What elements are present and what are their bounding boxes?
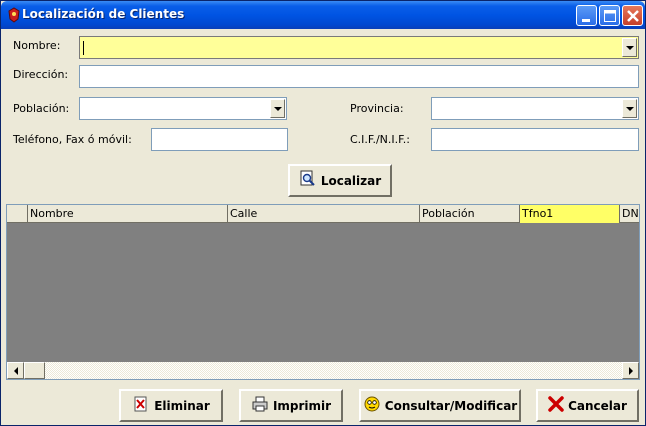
localizar-button[interactable]: Localizar <box>288 164 392 197</box>
column-header[interactable]: DNI <box>620 205 639 223</box>
scroll-right-icon[interactable] <box>622 362 639 379</box>
maximize-icon[interactable] <box>599 5 620 26</box>
cancelar-label: Cancelar <box>568 398 627 413</box>
poblacion-combo[interactable] <box>79 97 287 120</box>
localizar-label: Localizar <box>320 173 382 188</box>
title-bar[interactable]: Localización de Clientes <box>1 1 645 29</box>
cancel-x-icon <box>548 396 564 415</box>
eliminar-button[interactable]: Eliminar <box>119 389 223 422</box>
column-header[interactable]: Calle <box>228 205 420 223</box>
grid-header: Nombre Calle Población Tfno1 DNI <box>7 205 639 223</box>
close-icon[interactable] <box>622 5 643 26</box>
telefono-field[interactable] <box>151 128 288 151</box>
consultar-modificar-button[interactable]: Consultar/Modificar <box>359 389 521 422</box>
column-header[interactable]: Población <box>420 205 520 223</box>
scrollbar-thumb[interactable] <box>24 362 45 379</box>
chevron-down-icon[interactable] <box>622 99 637 118</box>
chevron-down-icon[interactable] <box>622 38 637 57</box>
provincia-label: Provincia: <box>350 102 404 115</box>
column-header[interactable]: Nombre <box>28 205 228 223</box>
provincia-combo[interactable] <box>431 97 639 120</box>
imprimir-button[interactable]: Imprimir <box>239 389 343 422</box>
results-grid[interactable]: Nombre Calle Población Tfno1 DNI <box>6 204 640 380</box>
horizontal-scrollbar[interactable] <box>7 362 639 379</box>
eliminar-label: Eliminar <box>154 398 210 413</box>
window-title: Localización de Clientes <box>22 7 185 21</box>
telefono-label: Teléfono, Fax ó móvil: <box>13 133 132 146</box>
text-caret <box>83 41 84 55</box>
minimize-icon[interactable] <box>576 5 597 26</box>
printer-icon <box>251 395 269 416</box>
column-header-active[interactable]: Tfno1 <box>520 205 620 223</box>
window: Localización de Clientes Nombre: Direcci… <box>0 0 646 426</box>
nombre-label: Nombre: <box>13 39 61 52</box>
scrollbar-track[interactable] <box>45 362 622 379</box>
scroll-left-icon[interactable] <box>7 362 24 379</box>
chevron-down-icon[interactable] <box>270 99 285 118</box>
cancelar-button[interactable]: Cancelar <box>536 389 639 422</box>
consultar-label: Consultar/Modificar <box>384 398 518 413</box>
direccion-label: Dirección: <box>13 68 69 81</box>
row-selector-header <box>7 205 28 223</box>
imprimir-label: Imprimir <box>272 398 332 413</box>
cif-label: C.I.F./N.I.F.: <box>350 133 410 146</box>
direccion-field[interactable] <box>79 65 639 88</box>
search-document-icon <box>299 170 317 191</box>
nombre-combo[interactable] <box>79 36 639 59</box>
cif-field[interactable] <box>431 128 639 151</box>
smiley-icon <box>363 395 381 416</box>
app-icon[interactable] <box>6 7 22 23</box>
poblacion-label: Población: <box>13 102 70 115</box>
delete-icon <box>132 395 150 416</box>
